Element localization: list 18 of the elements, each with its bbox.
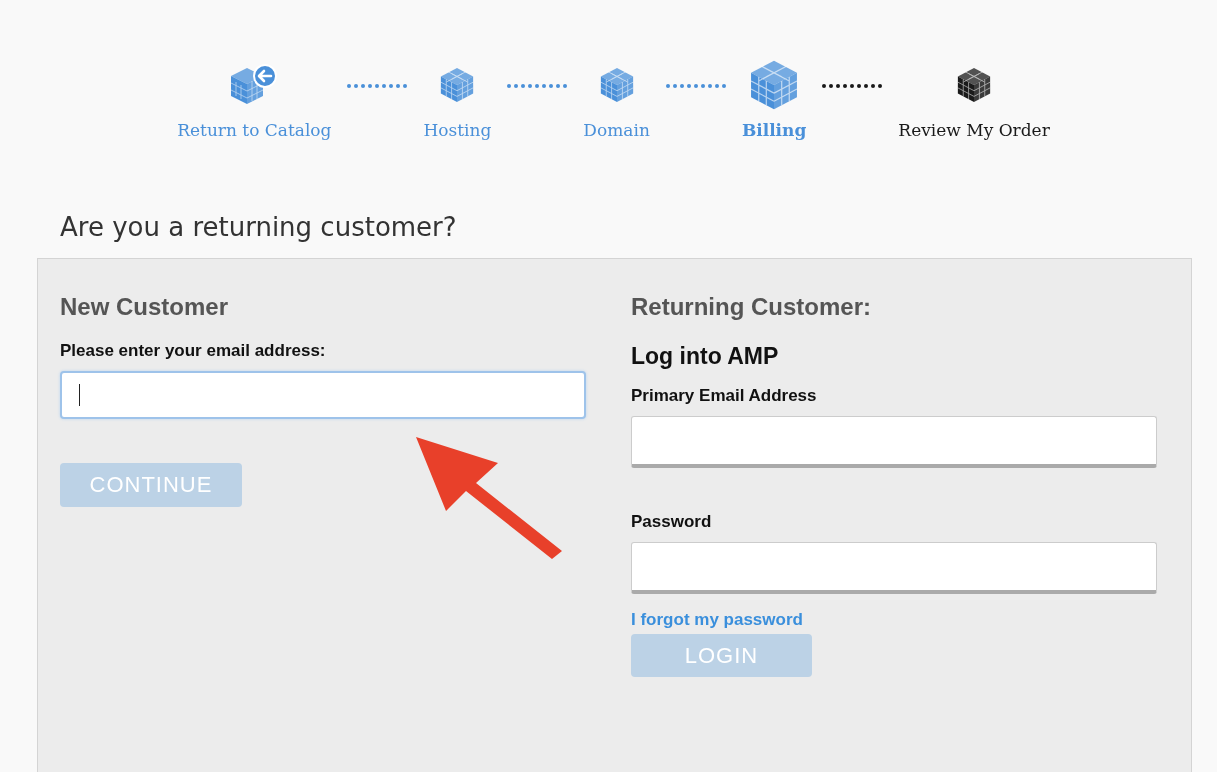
step-link[interactable]: Domain [583, 120, 650, 140]
field-label: Primary Email Address [631, 386, 817, 406]
email-input[interactable] [60, 371, 586, 419]
page-heading: Are you a returning customer? [60, 212, 458, 242]
step-link[interactable]: Return to Catalog [177, 120, 332, 140]
step-link[interactable]: Hosting [423, 120, 492, 140]
email-input[interactable] [631, 416, 1157, 468]
text-cursor [79, 384, 80, 406]
field-label: Please enter your email address: [60, 341, 326, 361]
step-link[interactable]: Billing [741, 120, 807, 140]
field-label: Password [631, 512, 712, 532]
step-link[interactable]: Review My Order [898, 120, 1050, 140]
password-input[interactable] [631, 542, 1157, 594]
section-title: Returning Customer: [631, 293, 871, 321]
cube-with-back-arrow-icon[interactable] [229, 64, 280, 106]
section-subtitle: Log into AMP [631, 343, 779, 370]
forgot-password-link[interactable]: I forgot my password [631, 610, 803, 630]
section-title: New Customer [60, 293, 229, 321]
